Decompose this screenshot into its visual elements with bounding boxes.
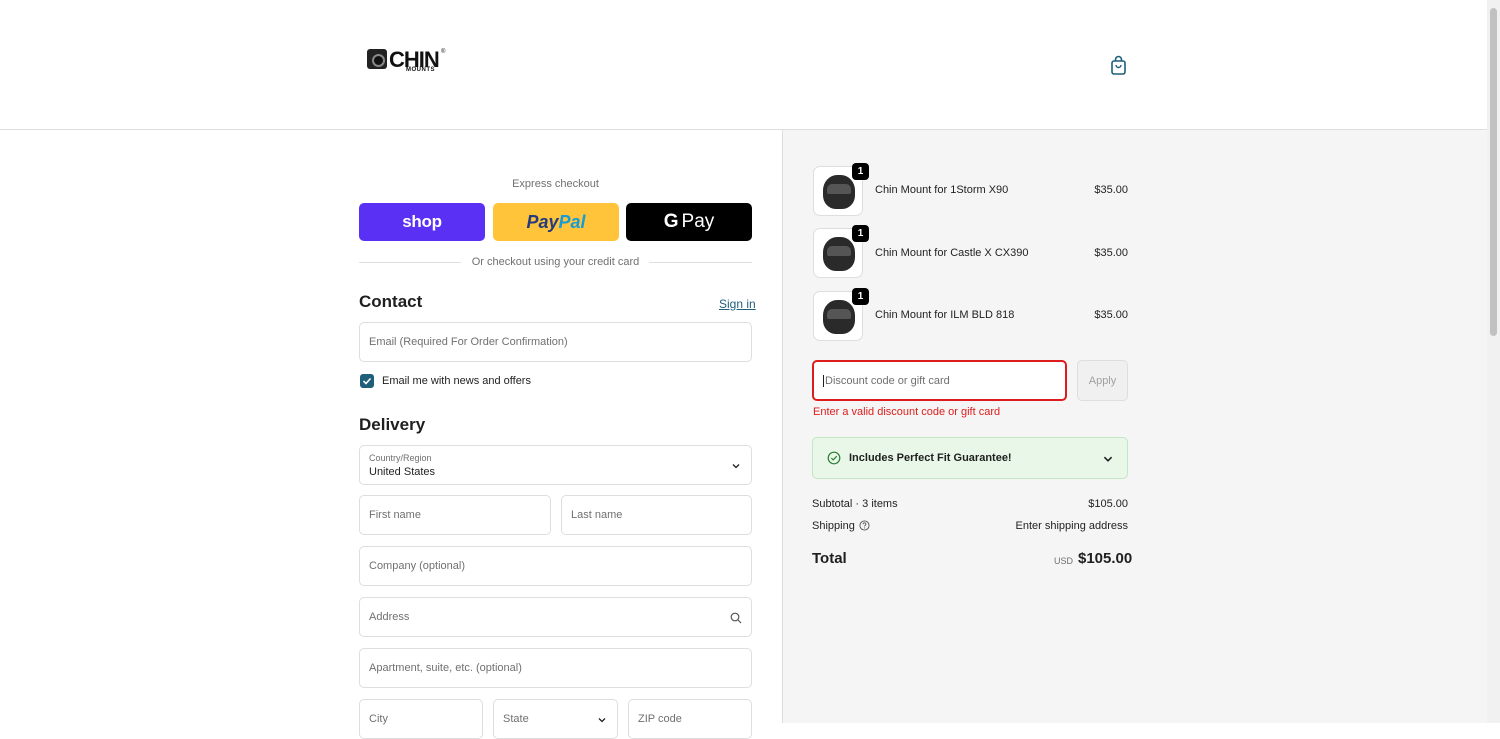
- email-input[interactable]: [369, 336, 751, 348]
- helmet-image: [823, 300, 855, 334]
- delivery-title: Delivery: [359, 415, 426, 434]
- help-icon[interactable]: [859, 520, 870, 531]
- zip-input[interactable]: [638, 713, 751, 725]
- apartment-field[interactable]: [359, 648, 752, 688]
- logo-sub-text: MOUNTS: [406, 67, 435, 73]
- zip-field[interactable]: [628, 699, 752, 739]
- quantity-badge: 1: [852, 288, 869, 305]
- contact-title: Contact: [359, 292, 423, 311]
- state-placeholder: State: [503, 713, 529, 725]
- apply-discount-button[interactable]: Apply: [1077, 360, 1128, 401]
- email-field[interactable]: [359, 322, 752, 362]
- item-name: Chin Mount for ILM BLD 818: [875, 309, 1015, 321]
- country-label: Country/Region: [369, 453, 432, 463]
- logo-reg-mark: ®: [441, 49, 446, 55]
- discount-input[interactable]: [823, 374, 1065, 387]
- address-input[interactable]: [369, 611, 751, 623]
- total-currency: USD: [1054, 556, 1074, 566]
- newsletter-label[interactable]: Email me with news and offers: [382, 375, 531, 387]
- check-circle-icon: [827, 451, 841, 465]
- product-thumbnail: 1: [813, 225, 869, 278]
- credit-card-divider: Or checkout using your credit card: [359, 255, 752, 269]
- scrollbar-thumb[interactable]: [1490, 8, 1497, 336]
- divider-text: Or checkout using your credit card: [471, 256, 640, 268]
- helmet-image: [823, 237, 855, 271]
- site-header: CHIN MOUNTS ®: [0, 0, 1487, 130]
- total-label: Total: [812, 550, 847, 567]
- address-field[interactable]: [359, 597, 752, 637]
- google-g-icon: G: [663, 211, 679, 232]
- subtotal-row: Subtotal · 3 items $105.00: [812, 498, 1128, 510]
- item-price: $35.00: [1094, 184, 1128, 196]
- shopping-bag-icon[interactable]: [1109, 54, 1129, 76]
- discount-field[interactable]: [812, 360, 1067, 401]
- order-summary-panel: [782, 130, 1487, 723]
- company-input[interactable]: [369, 560, 751, 572]
- item-price: $35.00: [1094, 247, 1128, 259]
- total-value: $105.00: [1078, 550, 1133, 567]
- chevron-down-icon: [598, 718, 606, 723]
- product-thumbnail: 1: [813, 288, 869, 341]
- shipping-row: Shipping Enter shipping address: [812, 520, 1128, 532]
- subtotal-value: $105.00: [1088, 498, 1128, 510]
- item-name: Chin Mount for 1Storm X90: [875, 184, 1009, 196]
- country-select[interactable]: Country/Region United States: [359, 445, 752, 485]
- first-name-input[interactable]: [369, 509, 550, 521]
- paypal-label-pay: Pay: [526, 211, 559, 232]
- shipping-value: Enter shipping address: [1015, 520, 1128, 532]
- country-value: United States: [369, 466, 436, 478]
- product-thumbnail: 1: [813, 163, 869, 216]
- shop-pay-label: shop: [402, 212, 442, 231]
- camera-icon: [367, 49, 387, 69]
- shop-pay-button[interactable]: shop: [359, 203, 485, 241]
- discount-error-message: Enter a valid discount code or gift card: [813, 406, 1001, 418]
- last-name-input[interactable]: [571, 509, 751, 521]
- helmet-image: [823, 175, 855, 209]
- shipping-label: Shipping: [812, 520, 855, 532]
- quantity-badge: 1: [852, 225, 869, 242]
- city-input[interactable]: [369, 713, 482, 725]
- quantity-badge: 1: [852, 163, 869, 180]
- city-field[interactable]: [359, 699, 483, 739]
- chevron-down-icon: [1103, 456, 1113, 462]
- google-pay-label: Pay: [681, 211, 715, 232]
- search-icon[interactable]: [730, 612, 742, 624]
- chevron-down-icon: [732, 464, 740, 469]
- company-field[interactable]: [359, 546, 752, 586]
- last-name-field[interactable]: [561, 495, 752, 535]
- guarantee-label: Includes Perfect Fit Guarantee!: [849, 452, 1012, 464]
- newsletter-checkbox[interactable]: [360, 374, 374, 388]
- page-scrollbar[interactable]: [1487, 0, 1500, 723]
- chin-mounts-logo[interactable]: CHIN MOUNTS ®: [365, 47, 449, 77]
- state-select[interactable]: State: [493, 699, 618, 739]
- paypal-label-pal: Pal: [558, 211, 586, 232]
- subtotal-label: Subtotal · 3 items: [812, 498, 898, 510]
- paypal-button[interactable]: Pay Pal: [493, 203, 619, 241]
- sign-in-link[interactable]: Sign in: [719, 297, 756, 311]
- perfect-fit-guarantee-toggle[interactable]: Includes Perfect Fit Guarantee!: [812, 437, 1128, 479]
- item-price: $35.00: [1094, 309, 1128, 321]
- apartment-input[interactable]: [369, 662, 751, 674]
- item-name: Chin Mount for Castle X CX390: [875, 247, 1029, 259]
- express-checkout-label: Express checkout: [512, 178, 599, 190]
- google-pay-button[interactable]: G Pay: [626, 203, 752, 241]
- first-name-field[interactable]: [359, 495, 551, 535]
